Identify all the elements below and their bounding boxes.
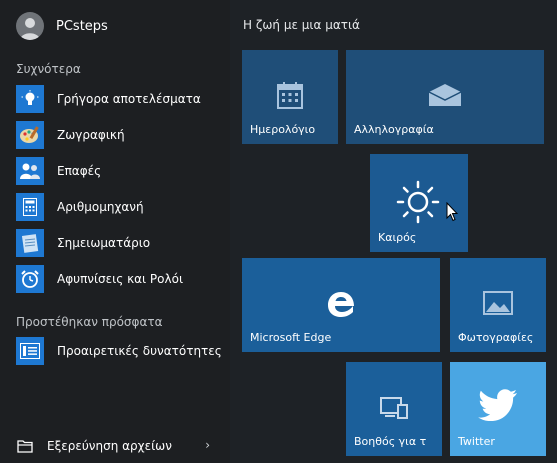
app-label: Επαφές [57,164,102,178]
tile-label: Microsoft Edge [250,331,332,344]
twitter-bird-icon [478,388,518,422]
tile-mail[interactable]: Αλληλογραφία [346,50,544,144]
tile-microsoft-edge[interactable]: Microsoft Edge [242,258,440,352]
app-paint[interactable]: Ζωγραφική [16,120,226,150]
app-label: Σημειωματάριο [57,236,151,250]
app-quick-results[interactable]: Γρήγορα αποτελέσματα [16,84,226,114]
app-notepad[interactable]: Σημειωματάριο [16,228,226,258]
tile-label: Ημερολόγιο [250,123,316,136]
tile-label: Καιρός [378,231,417,244]
notepad-icon [16,229,44,257]
folder-icon [16,438,34,454]
devices-icon [379,396,409,420]
frequent-section-label: Συχνότερα [16,62,81,76]
file-explorer-label: Εξερεύνηση αρχείων [47,439,172,453]
recent-section-label: Προστέθηκαν πρόσφατα [16,315,163,329]
tile-label: Twitter [458,435,495,448]
tile-label: Φωτογραφίες [458,331,534,344]
file-explorer-button[interactable]: Εξερεύνηση αρχείων › [16,436,216,456]
user-account-button[interactable]: PCsteps [16,11,108,41]
lightbulb-icon [16,85,44,113]
photo-icon [482,290,514,316]
tile-calendar[interactable]: Ημερολόγιο [242,50,338,144]
app-optional-features[interactable]: Προαιρετικές δυνατότητες [16,336,226,366]
edge-logo-icon [326,288,356,320]
app-people[interactable]: Επαφές [16,156,226,186]
app-label: Αφυπνίσεις και Ρολόι [57,272,184,286]
app-label: Ζωγραφική [57,128,125,142]
start-menu-left-pane: PCsteps Συχνότερα Γρήγορα αποτελέσματα Ζ… [0,0,230,463]
app-calculator[interactable]: Αριθμομηχανή [16,192,226,222]
app-label: Αριθμομηχανή [57,200,144,214]
calendar-icon [275,80,305,110]
calculator-icon [16,193,44,221]
app-alarms-clock[interactable]: Αφυπνίσεις και Ρολόι [16,264,226,294]
tile-label: Βοηθός για τ [354,435,427,448]
app-label: Προαιρετικές δυνατότητες [57,344,222,358]
optional-features-icon [16,337,44,365]
tile-label: Αλληλογραφία [354,123,434,136]
tile-get-help[interactable]: Βοηθός για τ [346,362,442,456]
app-label: Γρήγορα αποτελέσματα [57,92,201,106]
paint-palette-icon [16,121,44,149]
tile-photos[interactable]: Φωτογραφίες [450,258,546,352]
user-avatar-icon [16,12,44,40]
tile-group-title: Η ζωή με μια ματιά [243,18,360,32]
mouse-pointer-icon [446,201,459,222]
tile-twitter[interactable]: Twitter [450,362,546,456]
mail-envelope-icon [428,82,462,108]
people-icon [16,157,44,185]
alarm-clock-icon [16,265,44,293]
sun-icon [396,180,440,224]
chevron-right-icon[interactable]: › [205,438,210,452]
user-name: PCsteps [56,18,108,34]
